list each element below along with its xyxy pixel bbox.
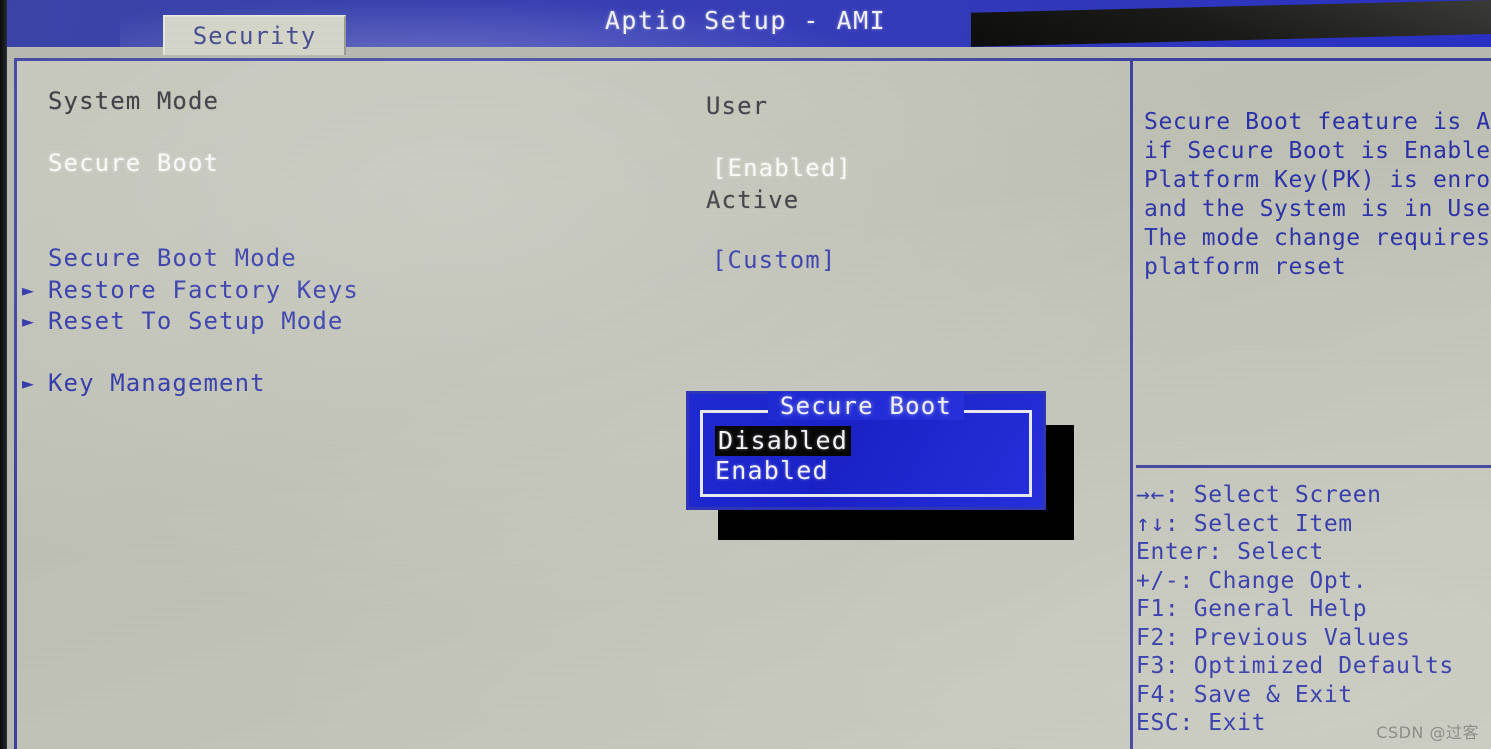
setting-label: Secure Boot <box>48 149 220 177</box>
popup-option-row[interactable]: Disabled <box>715 426 852 456</box>
popup-title-label: Secure Boot <box>767 392 965 420</box>
setting-row-key-management[interactable]: ► Key Management <box>22 366 266 400</box>
setting-value-secure-boot-mode[interactable]: [Custom] <box>712 246 836 274</box>
tab-security-label: Security <box>192 22 317 50</box>
pane-divider-vertical <box>1130 60 1133 749</box>
submenu-arrow-icon: ► <box>22 309 35 333</box>
bios-setup-screen: Aptio Setup - AMI Security System Mode U… <box>0 0 1491 749</box>
popup-option-list: Disabled Enabled <box>715 426 852 486</box>
setting-row-system-mode[interactable]: System Mode <box>22 84 219 118</box>
help-description: Secure Boot feature is Active if Secure … <box>1144 109 1491 280</box>
setting-value-secure-boot[interactable]: [Enabled] <box>712 154 852 182</box>
popup-title: Secure Boot <box>689 392 1043 420</box>
setting-value-system-mode: User <box>706 92 769 120</box>
tab-security[interactable]: Security <box>163 15 346 55</box>
setting-row-secure-boot[interactable]: Secure Boot <box>22 146 219 180</box>
monitor-bezel-left <box>0 0 7 749</box>
setting-row-secure-boot-mode[interactable]: Secure Boot Mode <box>22 241 297 275</box>
popup-option-row[interactable]: Enabled <box>715 456 851 486</box>
submenu-arrow-icon: ► <box>22 278 35 302</box>
setting-label: Key Management <box>48 369 266 397</box>
setting-label: System Mode <box>48 87 220 115</box>
secure-boot-popup: Secure Boot Disabled Enabled <box>686 391 1046 510</box>
setting-label: Restore Factory Keys <box>48 276 359 304</box>
popup-option-disabled[interactable]: Disabled <box>715 426 852 456</box>
setting-label: Reset To Setup Mode <box>48 307 344 335</box>
setting-value-secure-boot-state: Active <box>706 186 800 214</box>
popup-option-enabled[interactable]: Enabled <box>715 456 829 486</box>
setting-row-reset-to-setup-mode[interactable]: ► Reset To Setup Mode <box>22 304 343 338</box>
setting-row-restore-factory-keys[interactable]: ► Restore Factory Keys <box>22 273 359 307</box>
submenu-arrow-icon: ► <box>22 371 35 395</box>
setting-label: Secure Boot Mode <box>48 244 297 272</box>
help-key-legend: →←: Select Screen ↑↓: Select Item Enter:… <box>1136 482 1454 736</box>
pane-divider-horizontal <box>1136 465 1491 468</box>
watermark: CSDN @过客 <box>1376 723 1479 742</box>
